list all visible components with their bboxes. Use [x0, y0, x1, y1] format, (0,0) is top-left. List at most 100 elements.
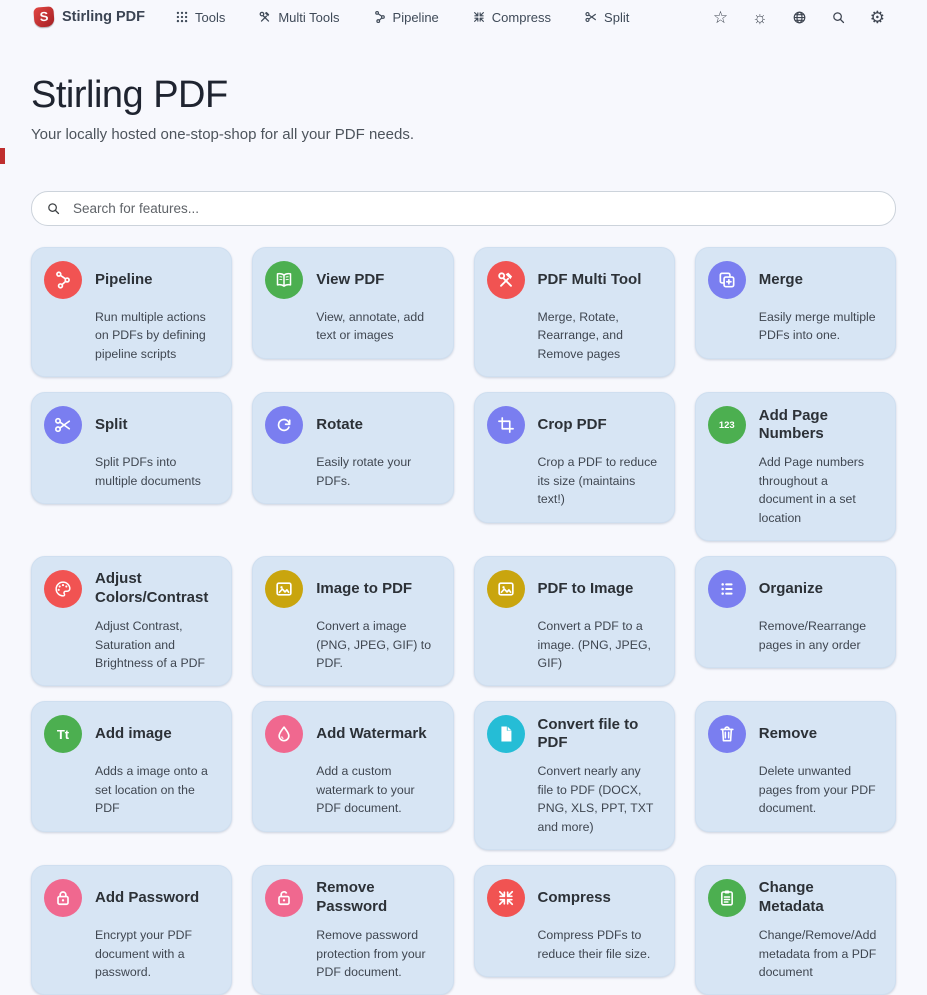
- tool-card-add-page-numbers[interactable]: 123 Add Page Numbers Add Page numbers thro…: [695, 392, 896, 541]
- card-header: Pipeline: [44, 261, 217, 299]
- nav-item-label: Split: [604, 10, 629, 25]
- nav-item-label: Multi Tools: [278, 10, 339, 25]
- icon-circle: [265, 715, 303, 753]
- card-header: Organize: [708, 570, 881, 608]
- card-header: Compress: [487, 879, 660, 917]
- search-icon[interactable]: [831, 10, 846, 25]
- card-description: Easily rotate your PDFs.: [316, 453, 438, 490]
- icon-circle: [708, 715, 746, 753]
- card-header: Image to PDF: [265, 570, 438, 608]
- top-navbar: S Stirling PDF Tools Multi Tools Pipeline C…: [0, 0, 927, 34]
- icon-circle: [44, 570, 82, 608]
- card-header: Split: [44, 406, 217, 444]
- icon-circle: [265, 570, 303, 608]
- card-header: Rotate: [265, 406, 438, 444]
- navbar-actions: ☆ ☼ ⚙: [713, 9, 885, 26]
- card-header: TtAdd image: [44, 715, 217, 753]
- card-description: Compress PDFs to reduce their file size.: [538, 926, 660, 963]
- tools-icon: [496, 270, 516, 290]
- star-icon[interactable]: ☆: [713, 9, 728, 26]
- grid-icon: [175, 10, 189, 24]
- tool-card-compress[interactable]: Compress Compress PDFs to reduce their fi…: [474, 865, 675, 977]
- card-title: Compress: [538, 889, 611, 908]
- left-edge-red-marker: [0, 148, 5, 164]
- icon-circle: [487, 261, 525, 299]
- clipboard-icon: [717, 888, 737, 908]
- card-title: Organize: [759, 580, 823, 599]
- card-title: Adjust Colors/Contrast: [95, 570, 217, 608]
- text-icon: Tt: [57, 728, 69, 741]
- brightness-icon[interactable]: ☼: [752, 9, 768, 26]
- nav-item-label: Tools: [195, 10, 225, 25]
- unlock-icon: [274, 888, 294, 908]
- card-header: 123 Add Page Numbers: [708, 406, 881, 444]
- tool-card-adjust-colors-contrast[interactable]: Adjust Colors/ContrastAdjust Contrast, S…: [31, 556, 232, 686]
- icon-circle: [487, 570, 525, 608]
- card-description: Convert nearly any file to PDF (DOCX, PN…: [538, 762, 660, 836]
- card-description: Convert a PDF to a image. (PNG, JPEG, GI…: [538, 617, 660, 672]
- droplet-icon: [274, 724, 294, 744]
- card-header: Convert file to PDF: [487, 715, 660, 753]
- tool-card-image-to-pdf[interactable]: Image to PDFConvert a image (PNG, JPEG, …: [252, 556, 453, 686]
- card-title: Rotate: [316, 416, 363, 435]
- nav-item-label: Pipeline: [393, 10, 439, 25]
- brand-home-link[interactable]: S Stirling PDF: [34, 7, 145, 27]
- nav-item-tools[interactable]: Tools: [175, 10, 225, 25]
- tool-card-convert-file-to-pdf[interactable]: Convert file to PDF Convert nearly any fi…: [474, 701, 675, 850]
- image-icon: [496, 579, 516, 599]
- nav-item-compress[interactable]: Compress: [472, 10, 551, 25]
- scissors-icon: [584, 10, 598, 24]
- tool-card-remove-password[interactable]: Remove Password Remove password protectio…: [252, 865, 453, 995]
- tool-card-view-pdf[interactable]: View PDFView, annotate, add text or imag…: [252, 247, 453, 359]
- tool-card-remove[interactable]: Remove Delete unwanted pages from your PD…: [695, 701, 896, 831]
- card-title: PDF Multi Tool: [538, 271, 642, 290]
- tool-card-merge[interactable]: MergeEasily merge multiple PDFs into one…: [695, 247, 896, 359]
- card-header: Remove: [708, 715, 881, 753]
- tool-card-change-metadata[interactable]: Change MetadataChange/Remove/Add metadat…: [695, 865, 896, 995]
- card-description: Add Page numbers throughout a document i…: [759, 453, 881, 527]
- card-description: Remove password protection from your PDF…: [316, 926, 438, 981]
- settings-icon[interactable]: ⚙: [870, 9, 885, 26]
- globe-icon[interactable]: [792, 10, 807, 25]
- book-icon: [274, 270, 294, 290]
- card-title: Add Page Numbers: [759, 407, 881, 445]
- tool-card-split[interactable]: SplitSplit PDFs into multiple documents: [31, 392, 232, 504]
- tool-card-add-password[interactable]: Add Password Encrypt your PDF document wi…: [31, 865, 232, 995]
- page-subtitle: Your locally hosted one-stop-shop for al…: [31, 126, 896, 143]
- nav-item-label: Compress: [492, 10, 551, 25]
- tool-card-pdf-to-image[interactable]: PDF to Image Convert a PDF to a image. (P…: [474, 556, 675, 686]
- card-header: PDF Multi Tool: [487, 261, 660, 299]
- tool-card-crop-pdf[interactable]: Crop PDFCrop a PDF to reduce its size (m…: [474, 392, 675, 522]
- nav-item-multi-tools[interactable]: Multi Tools: [258, 10, 339, 25]
- tool-card-organize[interactable]: OrganizeRemove/Rearrange pages in any or…: [695, 556, 896, 668]
- card-description: Delete unwanted pages from your PDF docu…: [759, 762, 881, 817]
- pipeline-icon: [373, 10, 387, 24]
- icon-circle: [44, 406, 82, 444]
- tool-card-add-image[interactable]: TtAdd image Adds a image onto a set locat…: [31, 701, 232, 831]
- feature-search-bar[interactable]: [31, 191, 896, 226]
- icon-circle: [44, 261, 82, 299]
- tool-card-add-watermark[interactable]: Add WatermarkAdd a custom watermark to y…: [252, 701, 453, 831]
- nav-item-split[interactable]: Split: [584, 10, 629, 25]
- nav-item-pipeline[interactable]: Pipeline: [373, 10, 439, 25]
- file-icon: [496, 724, 516, 744]
- tool-card-pdf-multi-tool[interactable]: PDF Multi Tool Merge, Rotate, Rearrange, …: [474, 247, 675, 377]
- icon-circle: [44, 879, 82, 917]
- one-two-three-icon: 123: [719, 421, 735, 431]
- tool-card-grid: PipelineRun multiple actions on PDFs by …: [31, 247, 896, 995]
- card-description: Merge, Rotate, Rearrange, and Remove pag…: [538, 308, 660, 363]
- tool-card-rotate[interactable]: Rotate Easily rotate your PDFs.: [252, 392, 453, 504]
- tool-card-pipeline[interactable]: PipelineRun multiple actions on PDFs by …: [31, 247, 232, 377]
- rotate-icon: [274, 415, 294, 435]
- card-header: Adjust Colors/Contrast: [44, 570, 217, 608]
- card-header: Add Password: [44, 879, 217, 917]
- icon-circle: [708, 570, 746, 608]
- card-title: PDF to Image: [538, 580, 634, 599]
- card-description: Encrypt your PDF document with a passwor…: [95, 926, 217, 981]
- card-description: Crop a PDF to reduce its size (maintains…: [538, 453, 660, 508]
- list-icon: [717, 579, 737, 599]
- card-header: Remove Password: [265, 879, 438, 917]
- card-title: Change Metadata: [759, 879, 881, 917]
- card-description: Adds a image onto a set location on the …: [95, 762, 217, 817]
- search-input[interactable]: [71, 200, 889, 217]
